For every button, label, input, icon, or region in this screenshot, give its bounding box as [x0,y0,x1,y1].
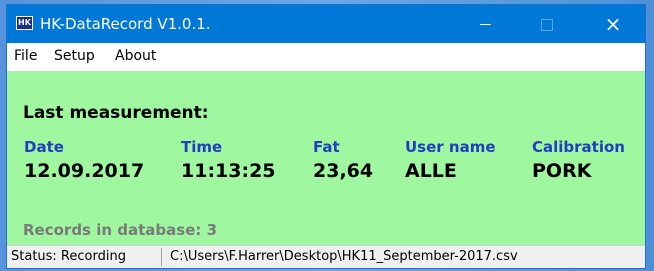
status-bar: Status: Recording C:\Users\F.Harrer\Desk… [7,245,645,268]
close-button[interactable]: × [590,5,636,43]
time-value: 11:13:25 [181,160,276,182]
last-measurement-title: Last measurement: [23,103,209,123]
status-text: Status: Recording [11,249,126,264]
menu-bar: File Setup About [7,43,645,70]
title-bar[interactable]: HK HK-DataRecord V1.0.1. × [7,5,645,43]
maximize-button[interactable] [524,5,570,43]
fat-value: 23,64 [313,160,374,182]
date-header: Date [24,138,64,156]
app-window: HK HK-DataRecord V1.0.1. × File Setup Ab… [6,4,646,269]
user-name-header: User name [405,138,496,156]
calibration-header: Calibration [532,138,625,156]
app-logo-icon: HK [16,16,33,30]
time-header: Time [181,138,223,156]
measurement-panel: Last measurement: Date Time Fat User nam… [7,71,645,245]
date-value: 12.09.2017 [24,160,145,182]
window-title: HK-DataRecord V1.0.1. [40,15,211,33]
fat-header: Fat [313,138,340,156]
maximize-icon [541,18,553,31]
minimize-icon [479,24,491,25]
user-name-value: ALLE [405,160,457,182]
menu-about[interactable]: About [115,47,156,65]
menu-setup[interactable]: Setup [54,47,95,65]
minimize-button[interactable] [462,5,508,43]
menu-file[interactable]: File [14,47,37,65]
close-icon: × [604,12,622,36]
status-divider [161,248,162,266]
records-count: Records in database: 3 [23,221,218,239]
calibration-value: PORK [532,160,592,182]
status-file-path: C:\Users\F.Harrer\Desktop\HK11_September… [170,249,518,264]
